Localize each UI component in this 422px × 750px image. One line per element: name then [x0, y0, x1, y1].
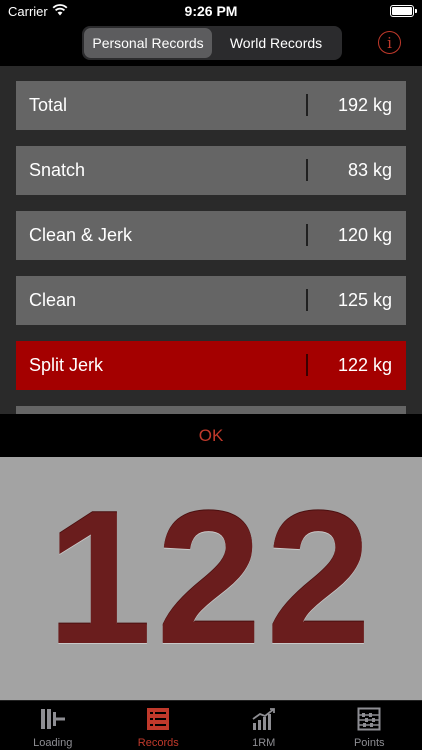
battery-icon: [390, 5, 417, 17]
record-row-partial[interactable]: [16, 406, 406, 414]
record-value: 125 kg: [337, 290, 392, 310]
tab-label: Points: [353, 737, 385, 749]
bar-chart-icon: [252, 708, 275, 730]
ok-bar: OK: [0, 414, 422, 457]
segment-world-records[interactable]: World Records: [212, 28, 340, 58]
row-divider: [306, 354, 308, 376]
tab-bar: Loading Records 1RM Points: [0, 700, 422, 750]
weight-number: 122: [46, 472, 376, 684]
tab-label: Records: [137, 737, 179, 749]
barbell-icon: [40, 709, 65, 729]
record-row-snatch[interactable]: Snatch 83 kg: [16, 146, 406, 195]
info-icon[interactable]: i: [378, 31, 401, 54]
row-divider: [306, 289, 308, 311]
segment-personal-records[interactable]: Personal Records: [84, 28, 212, 58]
records-list: Total 192 kg Snatch 83 kg Clean & Jerk 1…: [0, 66, 422, 414]
record-value: 83 kg: [347, 160, 392, 180]
ok-button[interactable]: OK: [0, 414, 422, 457]
status-bar: Carrier 9:26 PM: [0, 0, 422, 24]
record-row-clean-and-jerk[interactable]: Clean & Jerk 120 kg: [16, 211, 406, 260]
record-row-clean[interactable]: Clean 125 kg: [16, 276, 406, 325]
tab-1rm[interactable]: 1RM: [211, 701, 317, 750]
record-row-split-jerk[interactable]: Split Jerk 122 kg: [16, 341, 406, 390]
status-time: 9:26 PM: [184, 3, 238, 19]
tab-points[interactable]: Points: [317, 701, 422, 750]
record-value: 192 kg: [337, 95, 392, 115]
record-value: 120 kg: [337, 225, 392, 245]
tab-records[interactable]: Records: [106, 701, 212, 750]
row-divider: [306, 159, 308, 181]
record-label: Clean & Jerk: [29, 225, 133, 245]
record-value: 122 kg: [337, 355, 392, 375]
tab-loading[interactable]: Loading: [0, 701, 106, 750]
record-label: Total: [29, 95, 68, 115]
weight-display: 122: [0, 457, 422, 700]
record-label: Split Jerk: [29, 355, 104, 375]
record-label: Snatch: [29, 160, 86, 180]
row-divider: [306, 94, 308, 116]
record-label: Clean: [29, 290, 77, 310]
list-icon: [147, 708, 170, 730]
row-divider: [306, 224, 308, 246]
tab-label: Loading: [33, 737, 73, 749]
nav-bar: Personal Records World Records i: [0, 24, 422, 66]
abacus-icon: [357, 707, 381, 731]
record-row-total[interactable]: Total 192 kg: [16, 81, 406, 130]
records-segmented-control: Personal Records World Records: [82, 26, 342, 60]
tab-label: 1RM: [252, 737, 276, 749]
